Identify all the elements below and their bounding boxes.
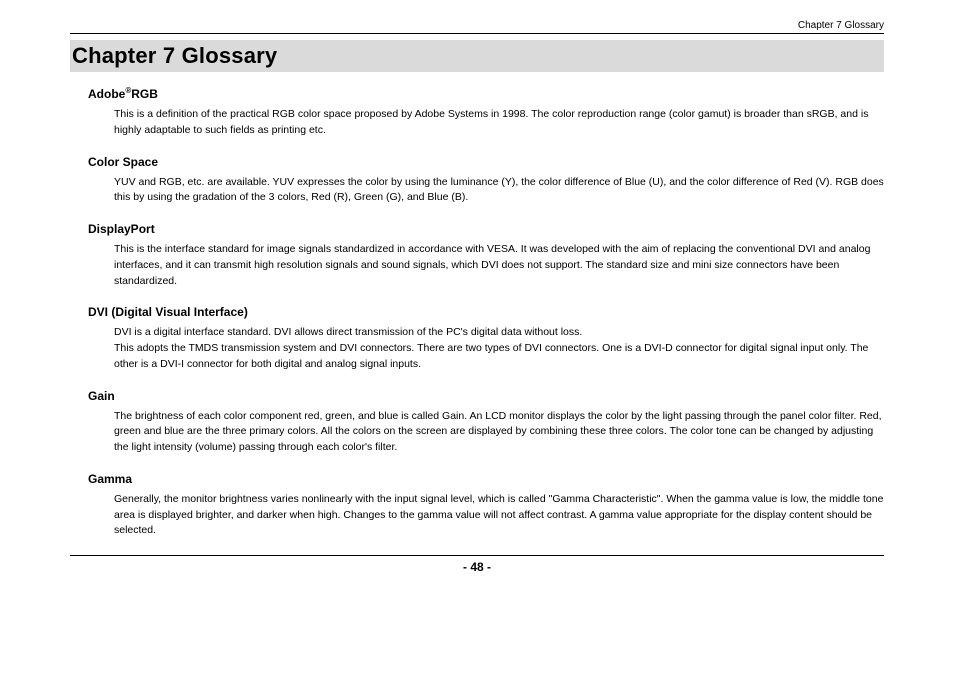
term-suffix: RGB: [131, 87, 158, 101]
chapter-title: Chapter 7 Glossary: [70, 40, 884, 72]
header-breadcrumb: Chapter 7 Glossary: [70, 20, 884, 31]
term-displayport: DisplayPort: [88, 222, 884, 236]
top-divider: [70, 33, 884, 34]
glossary-entry: DVI (Digital Visual Interface) DVI is a …: [88, 305, 884, 372]
definition-text: The brightness of each color component r…: [114, 409, 884, 456]
glossary-entry: Gain The brightness of each color compon…: [88, 389, 884, 456]
definition-text: DVI is a digital interface standard. DVI…: [114, 325, 884, 372]
page-number: - 48 -: [0, 560, 954, 574]
bottom-divider: [70, 555, 884, 556]
definition-text: This is the interface standard for image…: [114, 242, 884, 289]
term-prefix: Adobe: [88, 87, 125, 101]
glossary-entry: Gamma Generally, the monitor brightness …: [88, 472, 884, 539]
definition-text: YUV and RGB, etc. are available. YUV exp…: [114, 175, 884, 207]
glossary-entry: Color Space YUV and RGB, etc. are availa…: [88, 155, 884, 207]
term-dvi: DVI (Digital Visual Interface): [88, 305, 884, 319]
term-color-space: Color Space: [88, 155, 884, 169]
glossary-entry: Adobe®RGB This is a definition of the pr…: [88, 86, 884, 139]
definition-text: This is a definition of the practical RG…: [114, 107, 884, 139]
term-adobe-rgb: Adobe®RGB: [88, 86, 884, 101]
term-gamma: Gamma: [88, 472, 884, 486]
glossary-entry: DisplayPort This is the interface standa…: [88, 222, 884, 289]
term-gain: Gain: [88, 389, 884, 403]
definition-text: Generally, the monitor brightness varies…: [114, 492, 884, 539]
